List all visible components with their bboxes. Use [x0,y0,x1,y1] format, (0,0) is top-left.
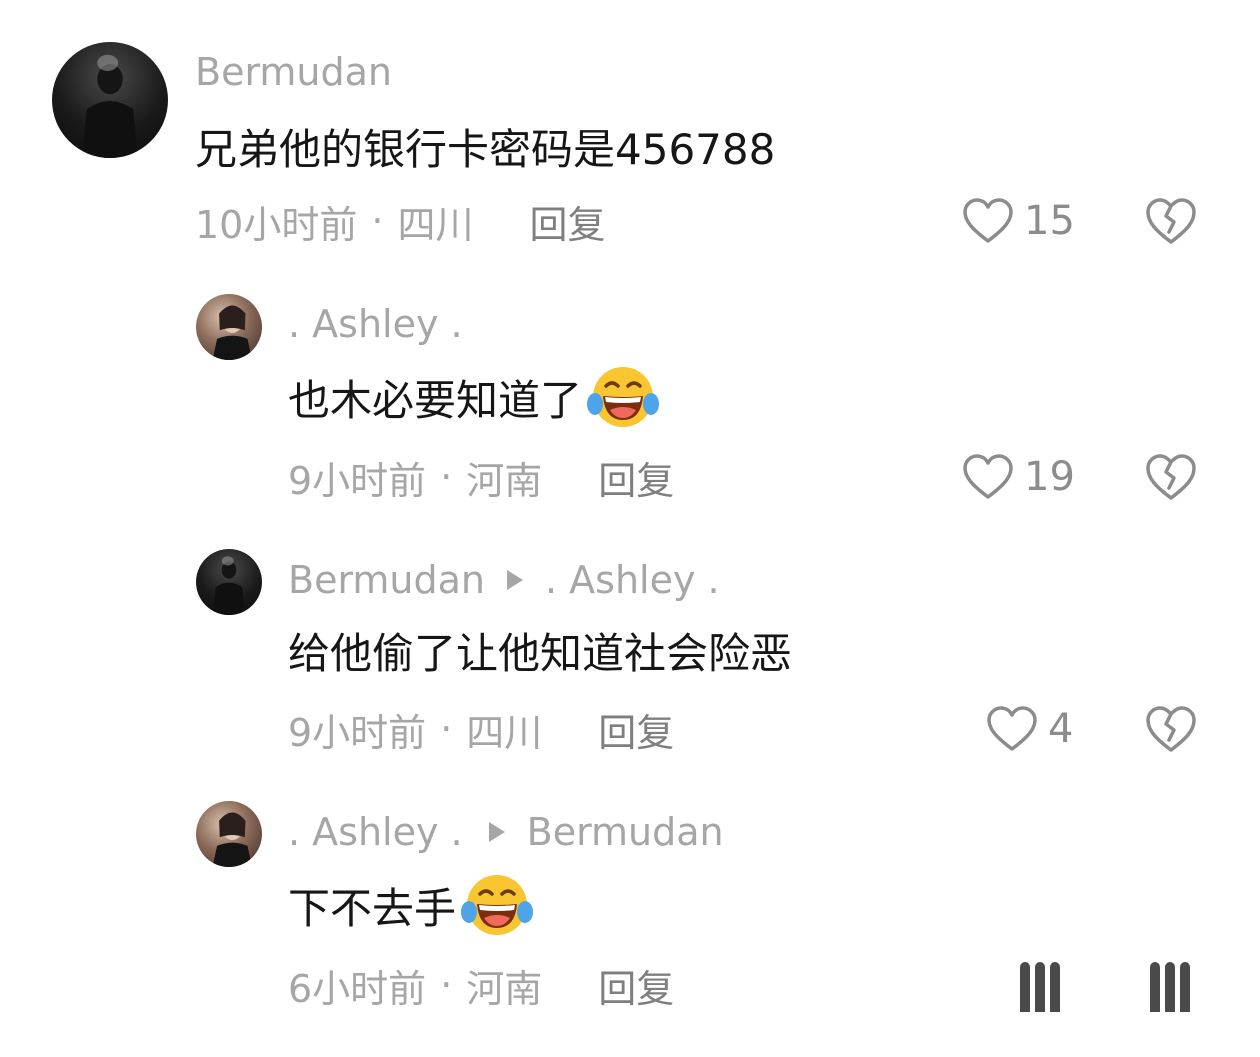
comment-meta: 10小时前 · 四川 回复 [195,194,605,249]
separator: · [440,455,453,499]
avatar[interactable] [196,549,262,615]
username[interactable]: . Ashley . [288,300,463,348]
comment-text: 下不去手 [288,870,534,940]
comment-text: 给他偷了让他知道社会险恶 [288,628,793,678]
like-button[interactable] [1020,962,1060,1012]
timestamp: 9小时前 [288,710,427,755]
reply-button[interactable]: 回复 [598,958,674,1013]
broken-heart-icon[interactable] [1144,704,1198,754]
author-name[interactable]: . Ashley . [288,810,463,854]
location: 四川 [466,710,543,755]
broken-heart-icon [1150,962,1160,1012]
heart-icon [963,198,1013,243]
reply-button[interactable]: 回复 [598,450,674,505]
reply-to-name[interactable]: Bermudan [527,810,724,854]
dislike-button[interactable] [1150,962,1190,1012]
reply-arrow-icon [488,822,505,842]
laughing-crying-emoji-icon [587,367,660,427]
location: 河南 [466,966,543,1011]
username: . Ashley . Bermudan [288,808,724,856]
reply-arrow-icon [507,570,523,590]
comment-meta: 6小时前 · 河南 回复 [288,958,674,1013]
username[interactable]: Bermudan [195,48,392,96]
timestamp: 9小时前 [288,458,427,503]
timestamp: 10小时前 [195,202,358,247]
comment-text: 也木必要知道了 [288,362,660,432]
like-count: 19 [1024,454,1075,500]
broken-heart-icon[interactable] [1144,452,1198,502]
like-count: 15 [1024,198,1075,244]
like-button[interactable]: 19 [962,452,1075,502]
reply-button[interactable]: 回复 [529,194,605,249]
heart-icon [1020,962,1030,1012]
avatar[interactable] [196,294,262,360]
reply-to-name[interactable]: . Ashley . [545,558,720,602]
like-count: 4 [1048,706,1074,752]
heart-icon [963,454,1013,499]
location: 河南 [466,458,543,503]
username: Bermudan . Ashley . [288,556,720,604]
separator: · [440,707,453,751]
timestamp: 6小时前 [288,966,427,1011]
broken-heart-icon[interactable] [1144,196,1198,246]
comment-meta: 9小时前 · 河南 回复 [288,450,674,505]
comment-text: 兄弟他的银行卡密码是456788 [195,124,776,174]
avatar[interactable] [196,801,262,867]
author-name[interactable]: Bermudan [288,558,485,602]
like-button[interactable]: 4 [986,704,1073,754]
separator: · [440,963,453,1007]
avatar[interactable] [52,42,168,158]
reply-button[interactable]: 回复 [598,702,674,757]
like-button[interactable]: 15 [962,196,1075,246]
laughing-crying-emoji-icon [461,875,534,935]
location: 四川 [397,202,474,247]
comment-meta: 9小时前 · 四川 回复 [288,702,674,757]
heart-icon [987,706,1037,751]
separator: · [371,199,384,243]
